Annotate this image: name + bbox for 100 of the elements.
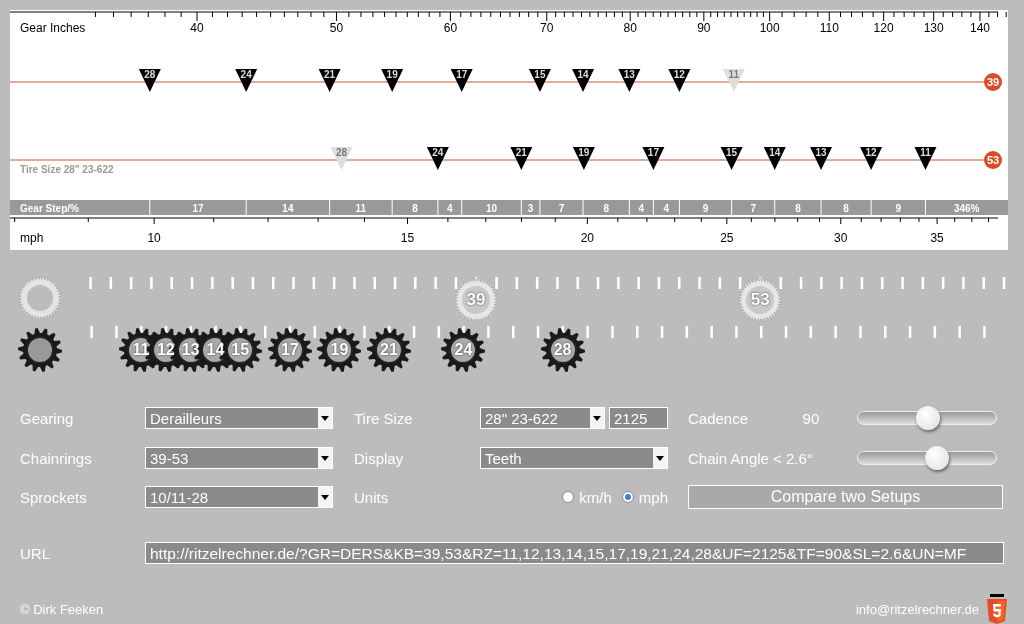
gear-step-value: 4 <box>638 202 645 214</box>
axis-tick-label: 100 <box>759 21 780 35</box>
gear-marker: 13 <box>618 69 641 92</box>
speed-tick-label: 30 <box>834 231 848 245</box>
caret-icon <box>656 455 664 461</box>
chainring-drawing <box>453 277 499 323</box>
axis-tick-label: 90 <box>697 21 711 35</box>
gear-step-title: Gear Step/% <box>20 202 79 214</box>
axis-tick-label: 70 <box>540 21 554 35</box>
gear-step-total: 346% <box>953 202 980 214</box>
gear-marker: 28 <box>138 69 161 92</box>
gear-step-value: 3 <box>527 202 534 214</box>
tire-size-select[interactable]: 28" 23-622 <box>480 407 605 429</box>
tire-size-label: Tire Size <box>354 409 414 427</box>
sprocket-teeth: 28 <box>553 341 572 359</box>
gear-step-value: 14 <box>282 202 294 214</box>
caret-icon <box>321 415 329 421</box>
speed-tick-label: 35 <box>930 231 944 245</box>
gear-marker: 11 <box>722 69 745 92</box>
chainring-badge: 53 <box>984 151 1002 169</box>
axis-tick-label: 110 <box>819 21 839 35</box>
speed-tick-label: 25 <box>720 231 734 245</box>
cadence-value: 90 <box>802 409 821 427</box>
sprocket-drawing <box>440 327 487 373</box>
gear-step-value: 4 <box>663 202 670 214</box>
gear-marker: 14 <box>763 147 786 170</box>
gear-step-value: 9 <box>895 202 902 214</box>
chain-angle-label: Chain Angle < 2.6° <box>688 449 814 467</box>
speed-axis-title: mph <box>20 231 44 245</box>
gear-marker: 12 <box>668 69 691 92</box>
circumference-field[interactable]: 2125 <box>609 407 668 429</box>
url-field[interactable]: http://ritzelrechner.de/?GR=DERS&KB=39,53&RZ=11,12,13,14,15,17,19,21,24,28&UF=2125&TF=90&SL=2.6&UN=MF <box>145 542 1004 564</box>
gear-marker: 24 <box>426 147 449 170</box>
sprocket-drawing <box>366 327 412 373</box>
gear-marker: 28 <box>330 147 353 170</box>
gear-step-value: 4 <box>447 202 453 214</box>
gear-marker: 11 <box>914 147 937 170</box>
gear-marker: 14 <box>572 69 595 92</box>
sprocket-teeth: 12 <box>156 341 175 359</box>
gearing-select[interactable]: Derailleurs <box>145 407 333 429</box>
chainrings-select[interactable]: 39-53 <box>145 447 333 469</box>
caret-icon <box>321 494 329 500</box>
gear-step-value: 17 <box>192 202 204 214</box>
gear-step-value: 8 <box>412 202 418 214</box>
display-select[interactable]: Teeth <box>480 447 668 469</box>
gear-marker: 21 <box>318 69 341 92</box>
unit-radio[interactable]: km/h <box>562 488 612 506</box>
gear-step-value: 10 <box>485 202 498 214</box>
gear-step-value: 8 <box>795 202 801 214</box>
chainring-drawing <box>737 277 784 323</box>
chainring-badge: 39 <box>984 73 1002 91</box>
slider-thumb[interactable] <box>924 446 949 470</box>
url-label: URL <box>20 544 51 562</box>
sprocket-drawing <box>316 327 363 373</box>
copyright-text: © Dirk Feeken <box>20 601 104 617</box>
gear-marker: 17 <box>450 69 473 92</box>
unit-radio[interactable]: mph <box>621 488 668 506</box>
gear-marker: 19 <box>381 69 404 92</box>
sprocket-teeth: 24 <box>454 341 473 359</box>
gear-step-value: 7 <box>558 202 565 214</box>
gear-step-value: 7 <box>750 202 756 214</box>
tire-size-label: Tire Size 28" 23-622 <box>20 164 114 175</box>
gear-marker: 17 <box>642 147 665 170</box>
gear-marker: 15 <box>528 69 551 92</box>
axis-tick-label: 50 <box>329 21 344 35</box>
axis-tick-label: 140 <box>969 21 990 35</box>
gear-marker: 24 <box>235 69 258 92</box>
compare-button[interactable]: Compare two Setups <box>688 485 1003 509</box>
axis-tick-label: 120 <box>873 21 894 35</box>
slider-thumb[interactable] <box>916 406 941 430</box>
sprocket-teeth: 15 <box>231 341 250 359</box>
gear-marker: 19 <box>572 147 595 170</box>
cadence-label: Cadence <box>688 409 750 427</box>
chainrings-label: Chainrings <box>20 449 93 467</box>
axis-tick-label: 40 <box>190 21 204 35</box>
shield-logo-icon <box>987 594 1007 624</box>
gear-marker: 13 <box>810 147 833 170</box>
sprocket-drawing <box>266 327 313 373</box>
gear-step-value: 9 <box>702 202 709 214</box>
sprocket-teeth: 11 <box>132 341 150 359</box>
axis-title: Gear Inches <box>20 21 86 35</box>
sprocket-teeth: 21 <box>380 341 398 359</box>
sprocket-teeth: 19 <box>330 341 349 359</box>
sprocket-teeth: 17 <box>280 341 299 359</box>
axis-tick-label: 80 <box>623 21 637 35</box>
caret-icon <box>593 415 601 421</box>
speed-tick-label: 10 <box>147 231 161 245</box>
gear-step-value: 8 <box>843 202 849 214</box>
gear-step-value: 11 <box>355 202 367 214</box>
chainring-icon <box>17 275 63 321</box>
axis-tick-label: 130 <box>923 21 944 35</box>
gear-marker: 12 <box>860 147 883 170</box>
chainring-teeth: 39 <box>466 290 486 310</box>
sprocket-drawing <box>539 327 586 373</box>
email-link[interactable]: info@ritzelrechner.de <box>855 601 979 617</box>
gear-marker: 21 <box>510 147 533 170</box>
speed-tick-label: 15 <box>400 231 415 245</box>
gear-marker: 15 <box>720 147 743 170</box>
gear-step-value: 8 <box>603 202 609 214</box>
sprockets-select[interactable]: 10/11-28 <box>145 486 333 508</box>
